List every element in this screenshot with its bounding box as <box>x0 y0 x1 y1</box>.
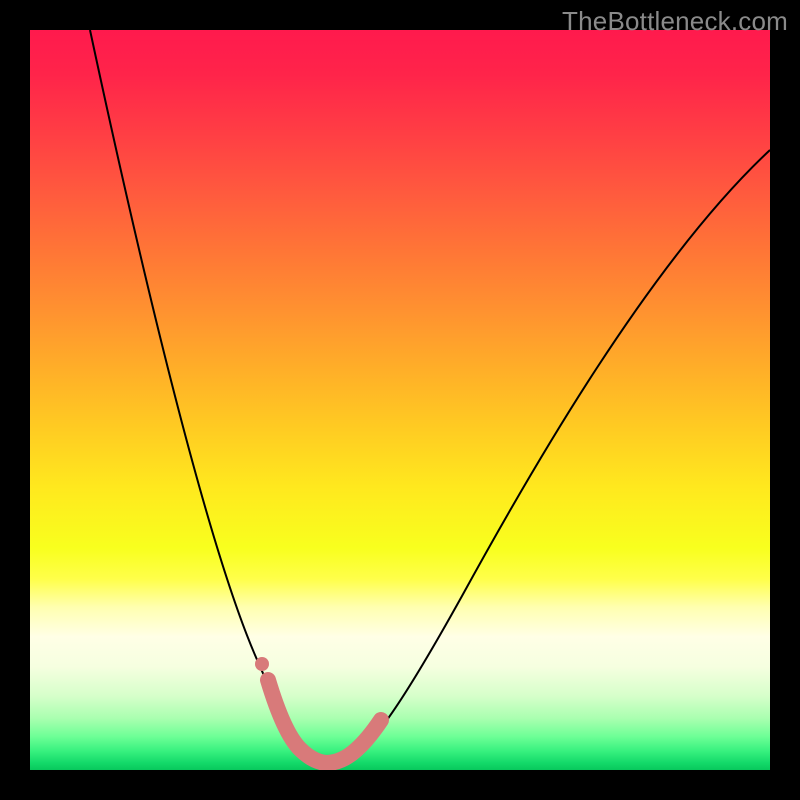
watermark-text: TheBottleneck.com <box>562 6 788 37</box>
bottleneck-plot <box>30 30 770 770</box>
bottleneck-curve <box>90 30 770 761</box>
optimal-range-marker <box>268 680 381 763</box>
chart-frame <box>30 30 770 770</box>
marker-dot-icon <box>255 657 269 671</box>
